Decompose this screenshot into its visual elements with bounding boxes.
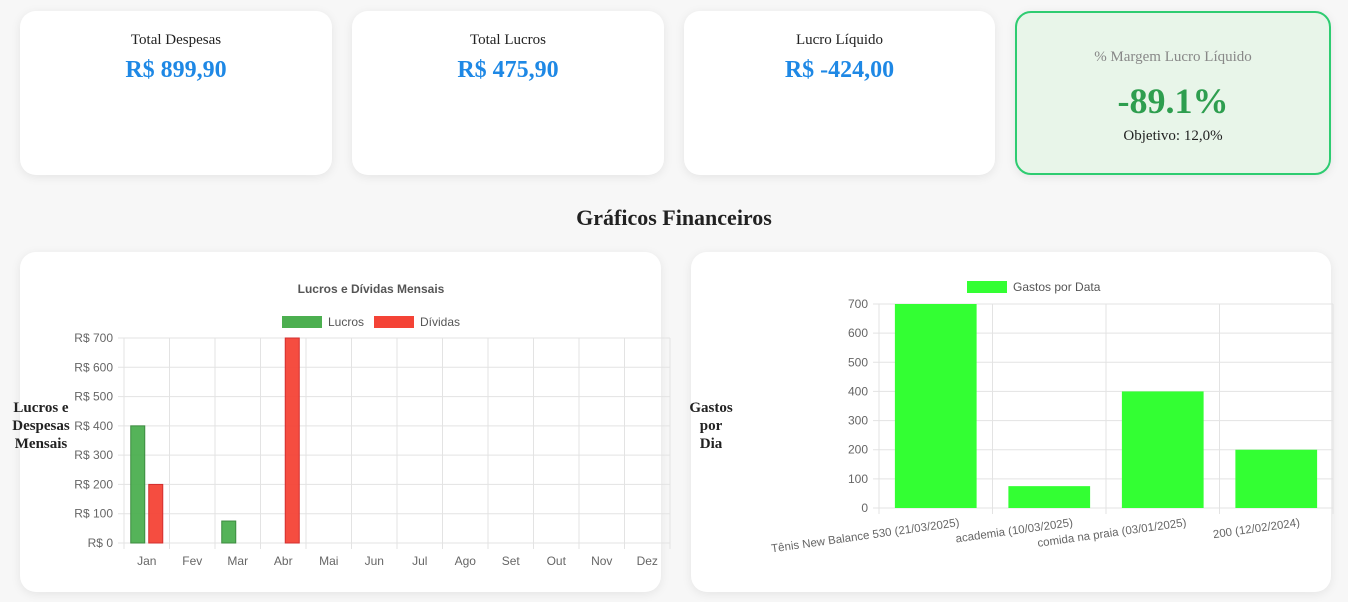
chart1-ytick: R$ 200 — [74, 477, 113, 491]
chart1-ytick: R$ 500 — [74, 390, 113, 404]
chart2-ytick: 100 — [848, 472, 868, 486]
chart2-ytick: 600 — [848, 326, 868, 340]
chart1-xtick: Set — [502, 554, 521, 568]
legend-label-dividas: Dívidas — [420, 315, 460, 329]
bar-gastos-2 — [1008, 486, 1091, 508]
legend-swatch-dividas — [374, 316, 414, 328]
chart1-xtick: Jan — [137, 554, 156, 568]
chart1-xtick: Ago — [455, 554, 477, 568]
legend-swatch-lucros — [282, 316, 322, 328]
chart2-ytick: 400 — [848, 384, 868, 398]
chart1-xtick: Fev — [182, 554, 202, 568]
chart1-xtick: Jul — [412, 554, 427, 568]
chart1-ytick: R$ 300 — [74, 448, 113, 462]
chart2-xtick: Tênis New Balance 530 (21/03/2025) — [770, 517, 960, 555]
bar-gastos-3 — [1121, 391, 1204, 508]
chart2-ytick: 200 — [848, 443, 868, 457]
chart1-ytick: R$ 400 — [74, 419, 113, 433]
bar-gastos-1 — [894, 304, 977, 508]
bar-lucros-jan — [130, 425, 146, 544]
chart1-xtick: Mai — [319, 554, 338, 568]
legend-swatch-gastos — [967, 281, 1007, 293]
bar-dividas-abr — [284, 337, 300, 544]
chart1-ytick: R$ 600 — [74, 360, 113, 374]
chart2-ytick: 0 — [861, 501, 868, 515]
bar-dividas-jan — [148, 483, 164, 544]
chart2-xtick: 200 (12/02/2024) — [1212, 517, 1301, 541]
chart1-xtick: Mar — [227, 554, 248, 568]
chart1-title: Lucros e Dívidas Mensais — [298, 282, 445, 296]
chart1-ytick: R$ 700 — [74, 331, 113, 345]
lucros-dividas-chart: Lucros e Dívidas Mensais Lucros Dívidas R$ … — [74, 280, 1334, 568]
bar-lucros-mar — [221, 520, 237, 544]
chart1-xtick: Abr — [274, 554, 293, 568]
chart2-ytick: 500 — [848, 355, 868, 369]
chart1-xtick: Jun — [365, 554, 384, 568]
chart1-xtick: Dez — [637, 554, 658, 568]
chart1-ytick: R$ 0 — [88, 536, 114, 550]
bar-gastos-4 — [1235, 449, 1318, 508]
legend-label-lucros: Lucros — [328, 315, 364, 329]
chart1-ytick: R$ 100 — [74, 507, 113, 521]
chart2-ytick: 700 — [848, 297, 868, 311]
chart2-ytick: 300 — [848, 414, 868, 428]
chart1-xtick: Out — [547, 554, 567, 568]
legend-label-gastos: Gastos por Data — [1013, 280, 1101, 294]
chart1-xtick: Nov — [591, 554, 612, 568]
